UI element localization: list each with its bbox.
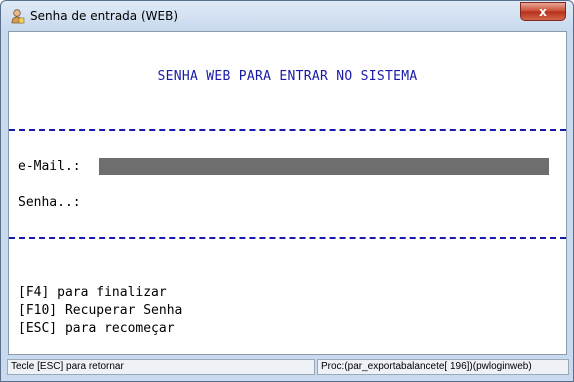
window-title: Senha de entrada (WEB) xyxy=(30,9,179,23)
user-icon xyxy=(11,9,25,24)
divider-bottom xyxy=(9,237,566,239)
form-heading: SENHA WEB PARA ENTRAR NO SISTEMA xyxy=(157,69,418,84)
close-button[interactable]: x xyxy=(520,2,566,21)
email-field[interactable] xyxy=(99,158,549,175)
login-window: Senha de entrada (WEB) x SENHA WEB PARA … xyxy=(0,0,574,382)
status-left: Tecle [ESC] para retornar xyxy=(7,359,315,375)
status-right: Proc:(par_exportabalancete[ 196])(pwlogi… xyxy=(317,359,569,375)
status-bar: Tecle [ESC] para retornar Proc:(par_expo… xyxy=(1,356,573,381)
login-form: SENHA WEB PARA ENTRAR NO SISTEMA e-Mail.… xyxy=(8,31,567,355)
password-field[interactable] xyxy=(99,194,555,211)
hint-f4: [F4] para finalizar xyxy=(18,285,167,300)
close-icon: x xyxy=(539,4,547,19)
email-label: e-Mail.: xyxy=(18,159,81,174)
divider-top xyxy=(9,129,566,131)
title-bar[interactable]: Senha de entrada (WEB) x xyxy=(1,1,573,31)
senha-label: Senha..: xyxy=(18,195,81,210)
hint-esc: [ESC] para recomeçar xyxy=(18,321,175,336)
hint-f10: [F10] Recuperar Senha xyxy=(18,303,183,318)
